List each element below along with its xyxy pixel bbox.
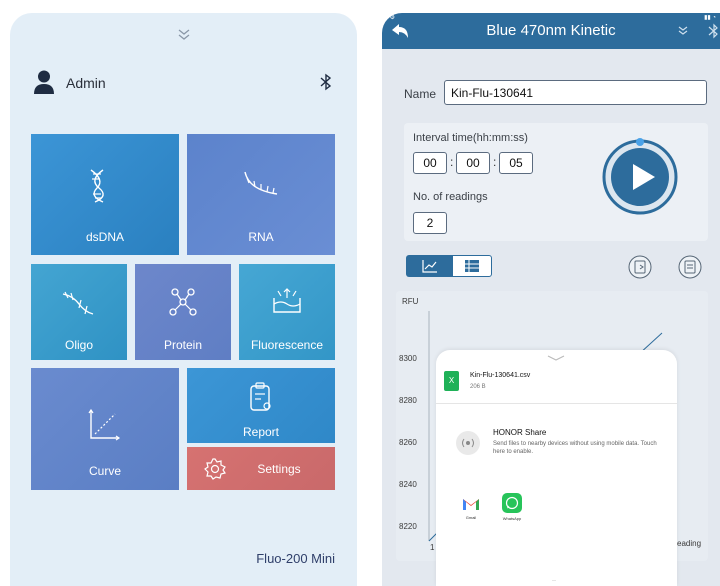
tile-report[interactable]: Report	[187, 368, 335, 443]
share-app-whatsapp[interactable]: WhatsApp	[497, 490, 527, 526]
tile-dsdna[interactable]: dsDNA	[31, 134, 179, 255]
file-size: 206 B	[470, 384, 486, 390]
tile-fluorescence-label: Fluorescence	[250, 338, 324, 352]
bluetooth-icon[interactable]	[319, 73, 333, 91]
tile-dsdna-label: dsDNA	[85, 230, 124, 244]
kinetic-panel: ●⚙ Blue 470nm Kinetic ▮▮ ◔ Name Kin-Flu-…	[382, 13, 720, 586]
divider	[436, 403, 677, 404]
device-model: Fluo-200 Mini	[256, 551, 335, 566]
tile-protein-label: Protein	[163, 338, 203, 352]
dna-icon	[90, 169, 104, 203]
tile-curve[interactable]: Curve	[31, 368, 179, 490]
tile-settings-label: Settings	[257, 462, 301, 476]
whatsapp-icon	[502, 493, 522, 513]
tile-report-label: Report	[242, 425, 280, 439]
honor-share-description: Send files to nearby devices without usi…	[493, 441, 657, 455]
tile-rna-label: RNA	[248, 230, 274, 244]
user-icon	[34, 70, 54, 94]
oligo-icon	[62, 291, 94, 315]
share-sheet: X Kin-Flu-130641.csv 206 B HONOR Share S…	[436, 350, 677, 586]
home-panel: Admin dsDNA RNA Oligo Protein Fluorescen…	[10, 13, 357, 586]
tile-fluorescence[interactable]: Fluorescence	[239, 264, 335, 360]
report-icon	[250, 382, 271, 411]
share-app-label: Gmail	[465, 515, 477, 520]
honor-share-icon[interactable]	[456, 431, 480, 455]
chevron-down-icon[interactable]	[174, 27, 194, 43]
tile-rna[interactable]: RNA	[187, 134, 335, 255]
tile-oligo-label: Oligo	[64, 338, 93, 352]
page-dots: ··	[552, 578, 556, 584]
honor-share-title[interactable]: HONOR Share	[493, 428, 546, 437]
user-name: Admin	[66, 75, 106, 91]
fluorescence-icon	[273, 288, 301, 313]
tile-settings[interactable]: Settings	[187, 447, 335, 490]
curve-chart-icon	[88, 408, 121, 441]
rna-icon	[244, 171, 278, 195]
share-app-gmail[interactable]: Gmail	[456, 495, 486, 527]
tile-oligo[interactable]: Oligo	[31, 264, 127, 360]
gmail-icon	[463, 499, 479, 510]
protein-icon	[169, 288, 197, 316]
file-name: Kin-Flu-130641.csv	[470, 372, 531, 379]
sheet-handle-icon[interactable]	[547, 355, 565, 361]
share-app-label: WhatsApp	[502, 516, 522, 521]
tile-curve-label: Curve	[88, 464, 121, 478]
csv-file-icon: X	[444, 371, 459, 391]
tile-protein[interactable]: Protein	[135, 264, 231, 360]
